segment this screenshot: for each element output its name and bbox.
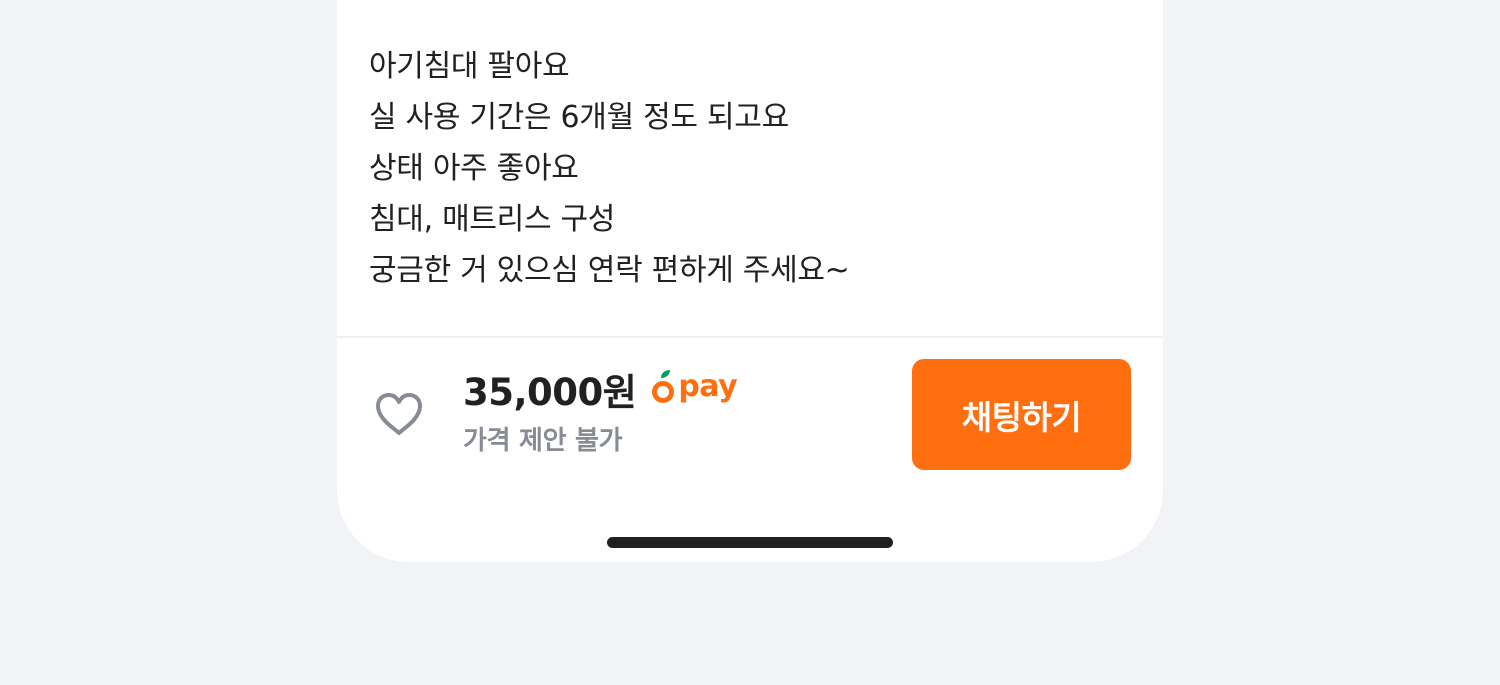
phone-screen: 아기침대 팔아요 실 사용 기간은 6개월 정도 되고요 상태 아주 좋아요 침… [337, 0, 1163, 562]
price-negotiation-note: 가격 제안 불가 [463, 426, 623, 456]
description-line: 상태 아주 좋아요 [369, 151, 579, 186]
price-block: 35,000원 pay 가격 제안 불가 [463, 364, 738, 457]
home-indicator [607, 537, 893, 548]
description-line: 침대, 매트리스 구성 [369, 202, 616, 237]
heart-outline-icon [376, 393, 422, 435]
price: 35,000원 [463, 371, 637, 414]
like-button[interactable] [373, 390, 425, 438]
carrot-icon [652, 370, 675, 403]
description-line: 아기침대 팔아요 [369, 49, 570, 84]
description-line: 궁금한 거 있으심 연락 편하게 주세요~ [369, 253, 850, 288]
price-row: 35,000원 pay [463, 364, 738, 415]
bottom-action-bar: 35,000원 pay 가격 제안 불가 채팅하기 [337, 336, 1163, 562]
item-description: 아기침대 팔아요 실 사용 기간은 6개월 정도 되고요 상태 아주 좋아요 침… [369, 41, 850, 296]
pay-badge: pay [652, 368, 738, 406]
pay-label: pay [678, 368, 738, 404]
chat-button[interactable]: 채팅하기 [912, 359, 1131, 470]
description-line: 실 사용 기간은 6개월 정도 되고요 [369, 100, 789, 135]
